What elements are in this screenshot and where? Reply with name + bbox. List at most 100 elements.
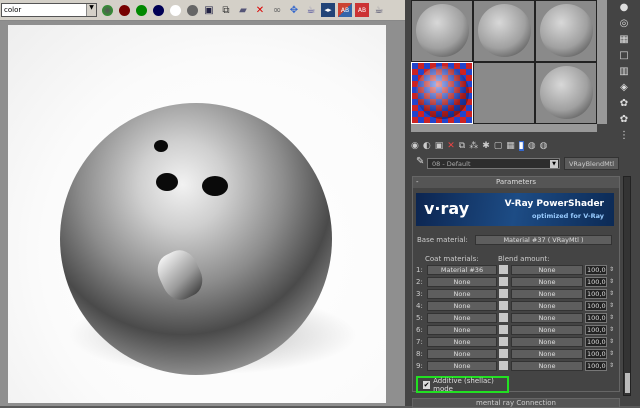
sample-type-icon[interactable]: ● bbox=[620, 2, 629, 13]
blend-amount-field[interactable]: 100,0 bbox=[585, 349, 607, 359]
base-material-button[interactable]: Material #37 ( VRayMtl ) bbox=[475, 235, 612, 245]
show-map-icon[interactable]: ▦ bbox=[506, 141, 515, 151]
material-slot[interactable] bbox=[411, 0, 473, 62]
clone-icon[interactable]: ⧉ bbox=[219, 3, 233, 17]
material-slot-active[interactable] bbox=[411, 62, 473, 124]
coat-material-button[interactable]: None bbox=[427, 277, 497, 287]
chevron-down-icon[interactable]: ▼ bbox=[550, 160, 558, 168]
mental-ray-rollout-header[interactable]: mental ray Connection bbox=[412, 398, 620, 408]
coat-material-button[interactable]: None bbox=[427, 301, 497, 311]
blend-amount-field[interactable]: 100,0 bbox=[585, 301, 607, 311]
teapot-icon[interactable]: ☕ bbox=[304, 3, 318, 17]
alpha-icon[interactable] bbox=[168, 3, 182, 17]
material-slot[interactable] bbox=[535, 0, 597, 62]
material-slot[interactable] bbox=[473, 0, 535, 62]
blend-map-button[interactable]: None bbox=[511, 313, 583, 323]
blend-amount-field[interactable]: 100,0 bbox=[585, 361, 607, 371]
render-icon[interactable]: ☕ bbox=[372, 3, 386, 17]
spinner-icon[interactable]: ⇕ bbox=[609, 265, 615, 275]
coat-material-button[interactable]: None bbox=[427, 313, 497, 323]
rgb-icon[interactable] bbox=[100, 3, 114, 17]
blend-amount-field[interactable]: 100,0 bbox=[585, 289, 607, 299]
show-end-icon[interactable]: ▮ bbox=[518, 141, 524, 151]
video-check-icon[interactable]: ▥ bbox=[619, 66, 628, 77]
rollout-scrollbar[interactable] bbox=[623, 176, 631, 396]
rollout-header[interactable]: - Parameters bbox=[413, 177, 619, 188]
spinner-icon[interactable]: ⇕ bbox=[609, 289, 615, 299]
go-parent-icon[interactable]: ◍ bbox=[528, 141, 536, 151]
unique-icon[interactable]: ⁂ bbox=[469, 141, 478, 151]
ab-active-icon[interactable]: AB bbox=[355, 3, 369, 17]
get-material-icon[interactable]: ◉ bbox=[411, 141, 419, 151]
backlight-icon[interactable]: ◎ bbox=[620, 18, 629, 29]
coat-material-button[interactable]: None bbox=[427, 361, 497, 371]
blend-color-swatch[interactable] bbox=[499, 265, 508, 274]
options-icon[interactable]: ✿ bbox=[620, 98, 628, 109]
blend-map-button[interactable]: None bbox=[511, 361, 583, 371]
channel-select[interactable]: color ▼ bbox=[1, 3, 97, 17]
navigator-icon[interactable]: ⋮ bbox=[619, 130, 629, 141]
copy-icon[interactable]: ⧉ bbox=[459, 141, 465, 151]
make-preview-icon[interactable]: ◈ bbox=[620, 82, 628, 93]
eyedropper-icon[interactable]: ✎ bbox=[416, 156, 424, 167]
blend-map-button[interactable]: None bbox=[511, 289, 583, 299]
spinner-icon[interactable]: ⇕ bbox=[609, 325, 615, 335]
blend-color-swatch[interactable] bbox=[499, 313, 508, 322]
go-sibling-icon[interactable]: ◍ bbox=[540, 141, 548, 151]
open-icon[interactable]: ▰ bbox=[236, 3, 250, 17]
spinner-icon[interactable]: ⇕ bbox=[609, 313, 615, 323]
blend-amount-field[interactable]: 100,0 bbox=[585, 313, 607, 323]
blend-color-swatch[interactable] bbox=[499, 349, 508, 358]
spinner-icon[interactable]: ⇕ bbox=[609, 301, 615, 311]
save-icon[interactable]: ▣ bbox=[202, 3, 216, 17]
blend-amount-field[interactable]: 100,0 bbox=[585, 337, 607, 347]
blend-map-button[interactable]: None bbox=[511, 301, 583, 311]
blend-map-button[interactable]: None bbox=[511, 325, 583, 335]
blend-color-swatch[interactable] bbox=[499, 325, 508, 334]
blend-map-button[interactable]: None bbox=[511, 277, 583, 287]
background-icon[interactable]: ▦ bbox=[619, 34, 628, 45]
id-icon[interactable]: ▢ bbox=[494, 141, 503, 151]
compare-icon[interactable]: ◂▸ bbox=[321, 3, 335, 17]
clear-icon[interactable]: ✕ bbox=[253, 3, 267, 17]
green-channel-icon[interactable] bbox=[134, 3, 148, 17]
spinner-icon[interactable]: ⇕ bbox=[609, 349, 615, 359]
history-icon[interactable]: ∞ bbox=[270, 3, 284, 17]
blend-color-swatch[interactable] bbox=[499, 277, 508, 286]
delete-icon[interactable]: ✕ bbox=[447, 141, 455, 151]
material-slot[interactable] bbox=[473, 62, 535, 124]
additive-mode-checkbox[interactable]: ✔ Additive (shellac) mode bbox=[416, 376, 509, 393]
mono-icon[interactable] bbox=[185, 3, 199, 17]
blend-amount-field[interactable]: 100,0 bbox=[585, 265, 607, 275]
blend-color-swatch[interactable] bbox=[499, 289, 508, 298]
spinner-icon[interactable]: ⇕ bbox=[609, 337, 615, 347]
region-icon[interactable]: ✥ bbox=[287, 3, 301, 17]
put-to-scene-icon[interactable]: ◐ bbox=[423, 141, 431, 151]
uv-tiling-icon[interactable]: □ bbox=[619, 50, 628, 61]
checkbox-checked-icon[interactable]: ✔ bbox=[423, 380, 431, 389]
blend-color-swatch[interactable] bbox=[499, 361, 508, 370]
assign-icon[interactable]: ▣ bbox=[435, 141, 444, 151]
material-name-field[interactable]: 08 - Default ▼ bbox=[427, 158, 560, 169]
material-type-button[interactable]: VRayBlendMtl bbox=[564, 157, 619, 170]
blend-amount-field[interactable]: 100,0 bbox=[585, 325, 607, 335]
coat-material-button[interactable]: None bbox=[427, 337, 497, 347]
coat-material-button[interactable]: None bbox=[427, 349, 497, 359]
library-icon[interactable]: ✱ bbox=[482, 141, 490, 151]
coat-material-button[interactable]: None bbox=[427, 325, 497, 335]
blend-amount-field[interactable]: 100,0 bbox=[585, 277, 607, 287]
ab-icon[interactable]: AB bbox=[338, 3, 352, 17]
slots-hscrollbar[interactable] bbox=[411, 124, 597, 132]
coat-material-button[interactable]: None bbox=[427, 289, 497, 299]
blend-map-button[interactable]: None bbox=[511, 265, 583, 275]
blend-map-button[interactable]: None bbox=[511, 337, 583, 347]
select-by-material-icon[interactable]: ✿ bbox=[620, 114, 628, 125]
spinner-icon[interactable]: ⇕ bbox=[609, 361, 615, 371]
material-slot[interactable] bbox=[535, 62, 597, 124]
red-channel-icon[interactable] bbox=[117, 3, 131, 17]
coat-material-button[interactable]: Material #36 bbox=[427, 265, 497, 275]
blue-channel-icon[interactable] bbox=[151, 3, 165, 17]
blend-color-swatch[interactable] bbox=[499, 301, 508, 310]
blend-map-button[interactable]: None bbox=[511, 349, 583, 359]
slots-scrollbar[interactable] bbox=[597, 0, 607, 124]
